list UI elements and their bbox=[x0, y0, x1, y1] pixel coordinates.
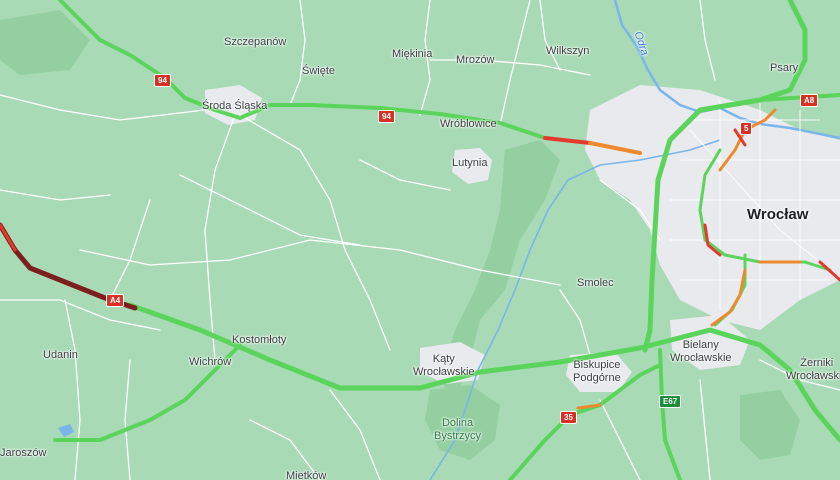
road-shield-94-west[interactable]: 94 bbox=[154, 74, 171, 87]
place-label-dolina-bystrzycy[interactable]: Dolina Bystrzycy bbox=[434, 417, 481, 443]
place-label-mietkow[interactable]: Mietków bbox=[286, 470, 326, 480]
road-shield-5[interactable]: 5 bbox=[740, 122, 753, 135]
place-label-lutynia[interactable]: Lutynia bbox=[452, 157, 487, 170]
road-shield-e67[interactable]: E67 bbox=[659, 395, 682, 408]
place-label-biskupice-podgorne[interactable]: Biskupice Podgórne bbox=[573, 359, 621, 385]
map-layer bbox=[0, 0, 840, 480]
place-label-szczepanow[interactable]: Szczepanów bbox=[224, 36, 286, 49]
place-label-wichrow[interactable]: Wichrów bbox=[189, 356, 231, 369]
place-label-sroda-slaska[interactable]: Środa Śląska bbox=[202, 100, 267, 113]
map-canvas[interactable]: 94 94 A8 5 A4 35 E67 Szczepanów Święte M… bbox=[0, 0, 840, 480]
road-shield-94-mid[interactable]: 94 bbox=[378, 110, 395, 123]
place-label-smolec[interactable]: Smolec bbox=[577, 277, 614, 290]
place-label-wroclaw[interactable]: Wrocław bbox=[747, 207, 808, 222]
place-label-psary[interactable]: Psary bbox=[770, 62, 798, 75]
place-label-miekinia[interactable]: Miękinia bbox=[392, 48, 432, 61]
place-label-kostomloty[interactable]: Kostomłoty bbox=[232, 334, 286, 347]
place-label-wroblowice[interactable]: Wróblowice bbox=[440, 118, 497, 131]
place-label-zerniki-wroclawskie[interactable]: Żerniki Wrocławskie bbox=[786, 357, 840, 383]
place-label-mrozow[interactable]: Mrozów bbox=[456, 54, 495, 67]
place-label-bielany-wroclawskie[interactable]: Bielany Wrocławskie bbox=[670, 339, 732, 365]
road-shield-a8[interactable]: A8 bbox=[800, 94, 819, 107]
road-shield-a4[interactable]: A4 bbox=[106, 294, 125, 307]
place-label-udanin[interactable]: Udanin bbox=[43, 349, 78, 362]
place-label-katy-wroclawskie[interactable]: Kąty Wrocławskie bbox=[413, 353, 475, 379]
place-label-swiete[interactable]: Święte bbox=[302, 65, 335, 78]
place-label-jaroszow[interactable]: Jaroszów bbox=[0, 447, 46, 460]
place-label-wilkszyn[interactable]: Wilkszyn bbox=[546, 45, 589, 58]
road-shield-35[interactable]: 35 bbox=[560, 411, 577, 424]
